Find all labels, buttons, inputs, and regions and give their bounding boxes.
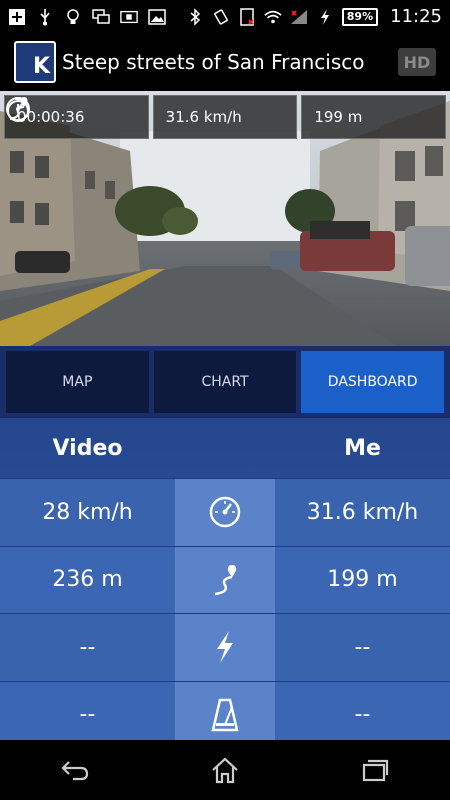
home-button[interactable] xyxy=(195,750,255,790)
table-row: 236 m 199 m xyxy=(0,545,450,613)
charging-icon xyxy=(316,8,334,26)
video-distance-value: 236 m xyxy=(0,546,175,613)
video-player[interactable]: 00:00:36 31.6 km/h 199 m xyxy=(0,91,450,346)
distance-value: 199 m xyxy=(314,108,363,126)
app-bar: K Steep streets of San Francisco HD xyxy=(0,33,450,91)
bluetooth-icon xyxy=(186,7,204,26)
speedometer-icon xyxy=(175,479,275,546)
usb-icon xyxy=(36,8,54,26)
recent-apps-icon xyxy=(362,759,389,782)
table-row: -- -- xyxy=(0,613,450,681)
tab-bar: MAP CHART DASHBOARD xyxy=(0,346,450,418)
clock: 11:25 xyxy=(390,6,442,27)
metronome-icon xyxy=(175,681,275,748)
my-power-value: -- xyxy=(275,614,450,681)
power-icon xyxy=(175,614,275,681)
tab-chart[interactable]: CHART xyxy=(153,351,297,413)
sim-icon xyxy=(120,8,138,26)
video-speed-value: 28 km/h xyxy=(0,479,175,546)
table-row: -- -- xyxy=(0,680,450,748)
tab-dashboard[interactable]: DASHBOARD xyxy=(301,351,445,413)
back-icon xyxy=(61,761,89,781)
video-power-value: -- xyxy=(0,614,175,681)
recent-apps-button[interactable] xyxy=(345,750,405,790)
screen-mirror-icon xyxy=(92,8,110,26)
app-logo[interactable]: K xyxy=(14,41,56,83)
wifi-icon xyxy=(264,8,282,26)
page-title: Steep streets of San Francisco xyxy=(62,50,365,74)
dashboard-header: Video Me xyxy=(0,418,450,478)
me-column-header: Me xyxy=(344,435,381,461)
back-button[interactable] xyxy=(45,750,105,790)
vibrate-icon xyxy=(212,8,230,26)
video-cadence-value: -- xyxy=(0,681,175,748)
gallery-icon xyxy=(148,8,166,26)
tab-map[interactable]: MAP xyxy=(6,351,149,413)
stats-overlay: 00:00:36 31.6 km/h 199 m xyxy=(4,95,447,139)
distance-icon xyxy=(175,546,275,613)
distance-stat: 199 m xyxy=(9,95,447,139)
speed-stat: 31.6 km/h xyxy=(6,95,298,139)
my-distance-value: 199 m xyxy=(275,546,450,613)
nfc-icon xyxy=(238,7,256,26)
lightbulb-icon xyxy=(64,8,82,26)
signal-icon xyxy=(290,8,308,26)
system-nav-bar xyxy=(0,740,450,800)
status-bar: 89% 11:25 xyxy=(0,0,450,33)
my-speed-value: 31.6 km/h xyxy=(275,479,450,546)
battery-indicator: 89% xyxy=(341,7,379,26)
table-row: 28 km/h 31.6 km/h xyxy=(0,478,450,546)
hd-button[interactable]: HD xyxy=(398,48,436,76)
speed-value: 31.6 km/h xyxy=(165,108,242,126)
my-cadence-value: -- xyxy=(275,681,450,748)
video-column-header: Video xyxy=(52,435,123,461)
home-icon xyxy=(212,757,238,784)
add-notification-icon xyxy=(8,8,26,26)
app-logo-letter: K xyxy=(32,54,50,79)
dashboard-panel: Video Me 28 km/h 31.6 km/h 236 m 199 m -… xyxy=(0,418,450,748)
